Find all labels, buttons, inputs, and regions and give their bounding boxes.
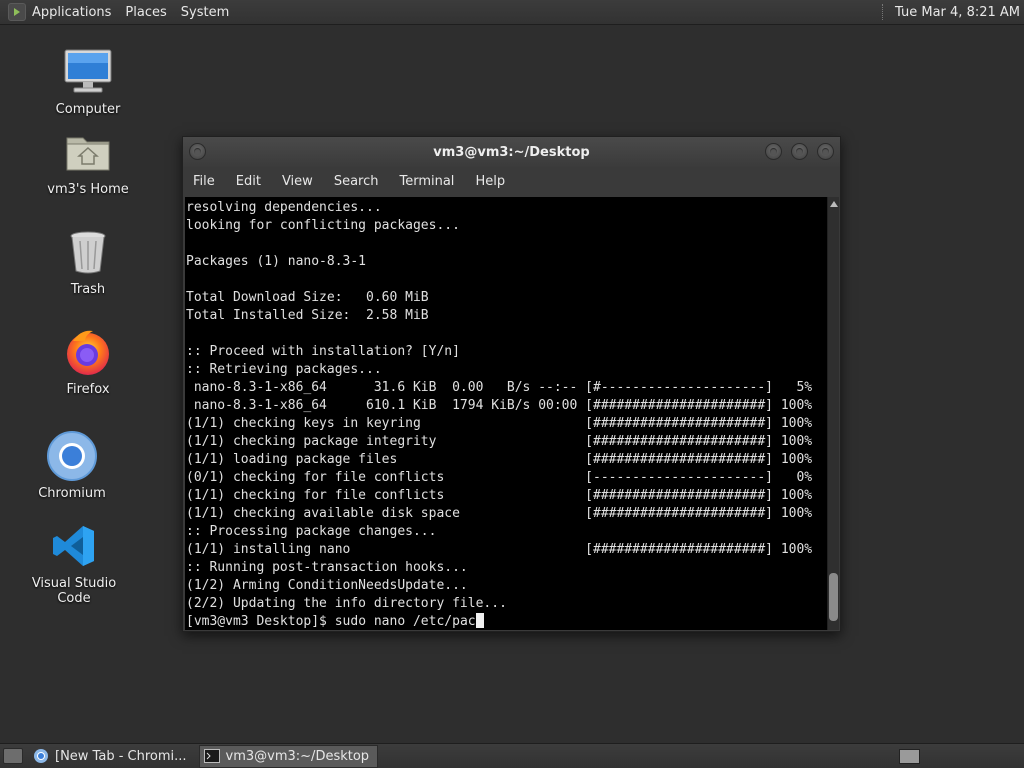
terminal-line: (1/1) checking available disk space [###… (186, 506, 813, 521)
terminal-line: Total Download Size: 0.60 MiB (186, 290, 429, 305)
desktop-icon-label: vm3's Home (47, 182, 129, 197)
terminal-line: looking for conflicting packages... (186, 218, 460, 233)
clock[interactable]: Tue Mar 4, 8:21 AM (895, 5, 1020, 20)
window-menu-button[interactable] (189, 143, 206, 160)
terminal-menubar: File Edit View Search Terminal Help (183, 167, 840, 195)
taskbar-item-chromium[interactable]: [New Tab - Chromi... (29, 745, 195, 768)
minimize-button[interactable] (765, 143, 782, 160)
desktop-icon-label: Computer (55, 102, 121, 117)
menu-places[interactable]: Places (125, 5, 166, 20)
terminal-window[interactable]: vm3@vm3:~/Desktop File Edit View Search … (182, 136, 841, 632)
menu-search[interactable]: Search (334, 174, 379, 189)
applications-logo-icon[interactable] (8, 3, 26, 21)
taskbar-item-terminal[interactable]: vm3@vm3:~/Desktop (198, 744, 379, 768)
terminal-line: (1/1) checking keys in keyring [########… (186, 416, 813, 431)
terminal-line: :: Running post-transaction hooks... (186, 560, 468, 575)
terminal-line: :: Retrieving packages... (186, 362, 382, 377)
desktop-icon-trash[interactable]: Trash (28, 224, 148, 297)
text-cursor (475, 613, 484, 628)
terminal-line: :: Proceed with installation? [Y/n] (186, 344, 460, 359)
desktop-icon-firefox[interactable]: Firefox (28, 324, 148, 397)
window-titlebar[interactable]: vm3@vm3:~/Desktop (183, 137, 840, 167)
show-desktop-button[interactable] (3, 748, 23, 764)
menu-help[interactable]: Help (475, 174, 505, 189)
terminal-line: (1/1) checking package integrity [######… (186, 434, 813, 449)
workspace-switcher[interactable] (899, 748, 920, 764)
terminal-line: resolving dependencies... (186, 200, 382, 215)
terminal-line: (1/1) checking for file conflicts [#####… (186, 488, 813, 503)
menu-applications[interactable]: Applications (32, 5, 111, 20)
terminal-lines: resolving dependencies... looking for con… (186, 199, 827, 613)
desktop-icon-label: Trash (70, 282, 106, 297)
menu-view[interactable]: View (282, 174, 313, 189)
desktop-icon-label: Visual Studio Code (31, 576, 117, 606)
terminal-line: nano-8.3-1-x86_64 31.6 KiB 0.00 B/s --:-… (186, 380, 813, 395)
terminal-line: nano-8.3-1-x86_64 610.1 KiB 1794 KiB/s 0… (186, 398, 813, 413)
desktop-icon-label: Firefox (66, 382, 110, 397)
terminal-command: sudo nano /etc/pac (334, 614, 476, 629)
terminal-line: (1/2) Arming ConditionNeedsUpdate... (186, 578, 468, 593)
taskbar-item-label: vm3@vm3:~/Desktop (225, 748, 370, 764)
menu-terminal[interactable]: Terminal (399, 174, 454, 189)
terminal-line: :: Processing package changes... (186, 524, 437, 539)
desktop-icon-chromium[interactable]: Chromium (12, 428, 132, 501)
terminal-icon (203, 749, 220, 763)
close-button[interactable] (817, 143, 834, 160)
trash-icon (60, 224, 116, 280)
terminal-prompt: [vm3@vm3 Desktop]$ (186, 614, 335, 629)
terminal-line: Packages (1) nano-8.3-1 (186, 254, 367, 269)
desktop-icon-vscode[interactable]: Visual Studio Code (14, 518, 134, 606)
terminal-output[interactable]: resolving dependencies... looking for con… (185, 197, 827, 630)
panel-separator (882, 4, 885, 20)
taskbar-item-label: [New Tab - Chromi... (55, 748, 187, 764)
terminal-line: (0/1) checking for file conflicts [-----… (186, 470, 813, 485)
computer-icon (60, 44, 116, 100)
terminal-line: (2/2) Updating the info directory file..… (186, 596, 507, 611)
terminal-line: Total Installed Size: 2.58 MiB (186, 308, 429, 323)
firefox-icon (60, 324, 116, 380)
terminal-prompt-line[interactable]: [vm3@vm3 Desktop]$ sudo nano /etc/pac (186, 613, 827, 630)
menu-file[interactable]: File (193, 174, 215, 189)
scrollbar-thumb[interactable] (829, 573, 838, 621)
top-panel: Applications Places System Tue Mar 4, 8:… (0, 0, 1024, 25)
menu-system[interactable]: System (181, 5, 229, 20)
vscode-icon (46, 518, 102, 574)
home-folder-icon (60, 124, 116, 180)
window-title: vm3@vm3:~/Desktop (433, 144, 590, 160)
maximize-button[interactable] (791, 143, 808, 160)
menu-edit[interactable]: Edit (236, 174, 261, 189)
scroll-up-arrow-icon[interactable] (830, 201, 838, 207)
desktop-icon-home[interactable]: vm3's Home (28, 124, 148, 197)
desktop-icon-computer[interactable]: Computer (28, 44, 148, 117)
chromium-icon (33, 748, 49, 764)
terminal-line: (1/1) installing nano [#################… (186, 542, 813, 557)
terminal-scrollbar[interactable] (827, 197, 839, 630)
desktop-icon-label: Chromium (38, 486, 106, 501)
chromium-icon (44, 428, 100, 484)
terminal-line: (1/1) loading package files [###########… (186, 452, 813, 467)
bottom-panel: [New Tab - Chromi... vm3@vm3:~/Desktop (0, 743, 1024, 768)
